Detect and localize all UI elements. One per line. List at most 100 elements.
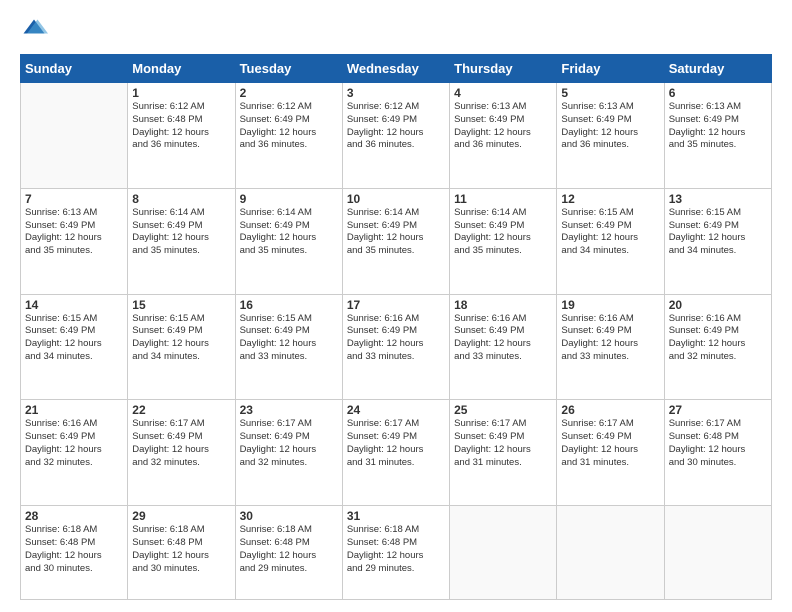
calendar-week-row: 1Sunrise: 6:12 AM Sunset: 6:48 PM Daylig… [21, 83, 772, 189]
day-number: 29 [132, 509, 230, 523]
day-number: 19 [561, 298, 659, 312]
calendar-week-row: 14Sunrise: 6:15 AM Sunset: 6:49 PM Dayli… [21, 294, 772, 400]
day-info: Sunrise: 6:13 AM Sunset: 6:49 PM Dayligh… [561, 101, 659, 152]
day-info: Sunrise: 6:17 AM Sunset: 6:49 PM Dayligh… [347, 418, 445, 469]
calendar-header-tuesday: Tuesday [235, 55, 342, 83]
day-number: 24 [347, 403, 445, 417]
day-info: Sunrise: 6:14 AM Sunset: 6:49 PM Dayligh… [454, 207, 552, 258]
day-info: Sunrise: 6:14 AM Sunset: 6:49 PM Dayligh… [240, 207, 338, 258]
day-info: Sunrise: 6:16 AM Sunset: 6:49 PM Dayligh… [25, 418, 123, 469]
day-number: 18 [454, 298, 552, 312]
day-number: 14 [25, 298, 123, 312]
day-info: Sunrise: 6:18 AM Sunset: 6:48 PM Dayligh… [132, 524, 230, 575]
calendar-cell: 8Sunrise: 6:14 AM Sunset: 6:49 PM Daylig… [128, 188, 235, 294]
day-info: Sunrise: 6:17 AM Sunset: 6:49 PM Dayligh… [240, 418, 338, 469]
calendar-cell [557, 506, 664, 600]
day-number: 12 [561, 192, 659, 206]
calendar-cell: 30Sunrise: 6:18 AM Sunset: 6:48 PM Dayli… [235, 506, 342, 600]
day-number: 7 [25, 192, 123, 206]
day-number: 26 [561, 403, 659, 417]
day-info: Sunrise: 6:16 AM Sunset: 6:49 PM Dayligh… [454, 313, 552, 364]
day-number: 6 [669, 86, 767, 100]
day-number: 30 [240, 509, 338, 523]
calendar-cell: 10Sunrise: 6:14 AM Sunset: 6:49 PM Dayli… [342, 188, 449, 294]
calendar-cell: 24Sunrise: 6:17 AM Sunset: 6:49 PM Dayli… [342, 400, 449, 506]
calendar-header-row: SundayMondayTuesdayWednesdayThursdayFrid… [21, 55, 772, 83]
day-info: Sunrise: 6:12 AM Sunset: 6:49 PM Dayligh… [240, 101, 338, 152]
calendar-cell: 25Sunrise: 6:17 AM Sunset: 6:49 PM Dayli… [450, 400, 557, 506]
day-info: Sunrise: 6:16 AM Sunset: 6:49 PM Dayligh… [347, 313, 445, 364]
calendar-cell: 6Sunrise: 6:13 AM Sunset: 6:49 PM Daylig… [664, 83, 771, 189]
calendar-cell: 31Sunrise: 6:18 AM Sunset: 6:48 PM Dayli… [342, 506, 449, 600]
calendar-cell [450, 506, 557, 600]
calendar-cell [21, 83, 128, 189]
day-info: Sunrise: 6:15 AM Sunset: 6:49 PM Dayligh… [561, 207, 659, 258]
calendar-cell: 26Sunrise: 6:17 AM Sunset: 6:49 PM Dayli… [557, 400, 664, 506]
day-number: 1 [132, 86, 230, 100]
day-number: 13 [669, 192, 767, 206]
calendar-table: SundayMondayTuesdayWednesdayThursdayFrid… [20, 54, 772, 600]
calendar-cell: 29Sunrise: 6:18 AM Sunset: 6:48 PM Dayli… [128, 506, 235, 600]
calendar-cell: 28Sunrise: 6:18 AM Sunset: 6:48 PM Dayli… [21, 506, 128, 600]
day-info: Sunrise: 6:18 AM Sunset: 6:48 PM Dayligh… [25, 524, 123, 575]
calendar-cell: 4Sunrise: 6:13 AM Sunset: 6:49 PM Daylig… [450, 83, 557, 189]
calendar-cell: 15Sunrise: 6:15 AM Sunset: 6:49 PM Dayli… [128, 294, 235, 400]
calendar-cell: 27Sunrise: 6:17 AM Sunset: 6:48 PM Dayli… [664, 400, 771, 506]
day-info: Sunrise: 6:16 AM Sunset: 6:49 PM Dayligh… [561, 313, 659, 364]
day-info: Sunrise: 6:16 AM Sunset: 6:49 PM Dayligh… [669, 313, 767, 364]
day-number: 11 [454, 192, 552, 206]
day-info: Sunrise: 6:13 AM Sunset: 6:49 PM Dayligh… [25, 207, 123, 258]
calendar-cell: 1Sunrise: 6:12 AM Sunset: 6:48 PM Daylig… [128, 83, 235, 189]
day-number: 31 [347, 509, 445, 523]
day-info: Sunrise: 6:15 AM Sunset: 6:49 PM Dayligh… [240, 313, 338, 364]
day-info: Sunrise: 6:14 AM Sunset: 6:49 PM Dayligh… [347, 207, 445, 258]
day-number: 8 [132, 192, 230, 206]
header [20, 16, 772, 44]
calendar-cell: 3Sunrise: 6:12 AM Sunset: 6:49 PM Daylig… [342, 83, 449, 189]
calendar-header-friday: Friday [557, 55, 664, 83]
calendar-cell: 23Sunrise: 6:17 AM Sunset: 6:49 PM Dayli… [235, 400, 342, 506]
page: SundayMondayTuesdayWednesdayThursdayFrid… [0, 0, 792, 612]
day-info: Sunrise: 6:15 AM Sunset: 6:49 PM Dayligh… [25, 313, 123, 364]
calendar-cell: 7Sunrise: 6:13 AM Sunset: 6:49 PM Daylig… [21, 188, 128, 294]
calendar-cell: 16Sunrise: 6:15 AM Sunset: 6:49 PM Dayli… [235, 294, 342, 400]
calendar-cell: 14Sunrise: 6:15 AM Sunset: 6:49 PM Dayli… [21, 294, 128, 400]
day-number: 4 [454, 86, 552, 100]
day-number: 10 [347, 192, 445, 206]
calendar-week-row: 7Sunrise: 6:13 AM Sunset: 6:49 PM Daylig… [21, 188, 772, 294]
calendar-header-sunday: Sunday [21, 55, 128, 83]
calendar-cell: 12Sunrise: 6:15 AM Sunset: 6:49 PM Dayli… [557, 188, 664, 294]
calendar-cell: 13Sunrise: 6:15 AM Sunset: 6:49 PM Dayli… [664, 188, 771, 294]
day-info: Sunrise: 6:15 AM Sunset: 6:49 PM Dayligh… [132, 313, 230, 364]
day-info: Sunrise: 6:18 AM Sunset: 6:48 PM Dayligh… [240, 524, 338, 575]
day-number: 27 [669, 403, 767, 417]
day-number: 2 [240, 86, 338, 100]
calendar-cell: 2Sunrise: 6:12 AM Sunset: 6:49 PM Daylig… [235, 83, 342, 189]
day-info: Sunrise: 6:12 AM Sunset: 6:49 PM Dayligh… [347, 101, 445, 152]
day-number: 15 [132, 298, 230, 312]
calendar-cell: 9Sunrise: 6:14 AM Sunset: 6:49 PM Daylig… [235, 188, 342, 294]
calendar-cell [664, 506, 771, 600]
logo [20, 16, 52, 44]
day-number: 20 [669, 298, 767, 312]
day-number: 21 [25, 403, 123, 417]
calendar-header-saturday: Saturday [664, 55, 771, 83]
day-info: Sunrise: 6:12 AM Sunset: 6:48 PM Dayligh… [132, 101, 230, 152]
day-number: 22 [132, 403, 230, 417]
day-number: 25 [454, 403, 552, 417]
calendar-header-monday: Monday [128, 55, 235, 83]
calendar-week-row: 28Sunrise: 6:18 AM Sunset: 6:48 PM Dayli… [21, 506, 772, 600]
logo-icon [20, 16, 48, 44]
day-info: Sunrise: 6:13 AM Sunset: 6:49 PM Dayligh… [454, 101, 552, 152]
day-number: 5 [561, 86, 659, 100]
day-number: 23 [240, 403, 338, 417]
day-info: Sunrise: 6:17 AM Sunset: 6:49 PM Dayligh… [454, 418, 552, 469]
calendar-cell: 17Sunrise: 6:16 AM Sunset: 6:49 PM Dayli… [342, 294, 449, 400]
calendar-header-thursday: Thursday [450, 55, 557, 83]
day-number: 17 [347, 298, 445, 312]
day-number: 9 [240, 192, 338, 206]
day-info: Sunrise: 6:17 AM Sunset: 6:49 PM Dayligh… [132, 418, 230, 469]
day-number: 16 [240, 298, 338, 312]
calendar-week-row: 21Sunrise: 6:16 AM Sunset: 6:49 PM Dayli… [21, 400, 772, 506]
calendar-cell: 18Sunrise: 6:16 AM Sunset: 6:49 PM Dayli… [450, 294, 557, 400]
